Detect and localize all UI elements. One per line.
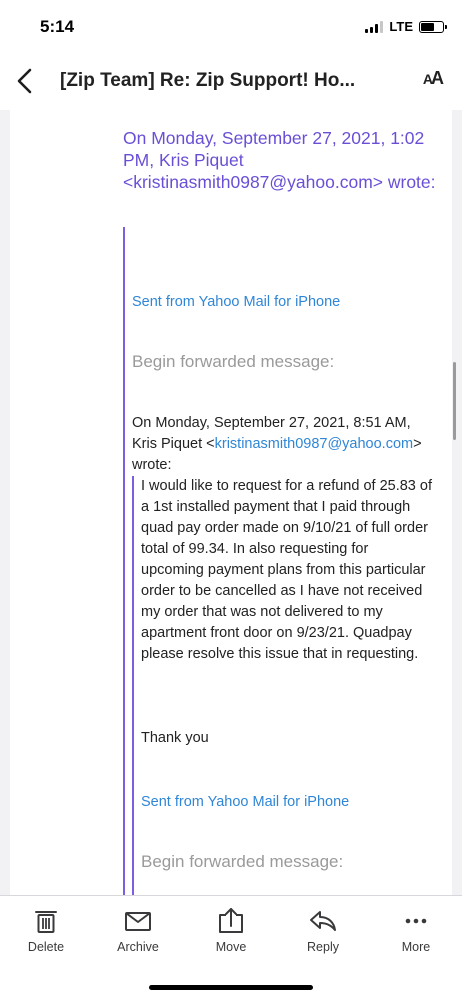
signal-icon: [365, 20, 384, 33]
status-indicators: LTE: [365, 19, 447, 34]
email-body[interactable]: On Monday, September 27, 2021, 1:02 PM, …: [10, 110, 452, 895]
more-dots-icon: [405, 918, 427, 924]
reply-icon: [310, 911, 336, 931]
chevron-left-icon: [17, 68, 32, 94]
message-body-text: I would like to request for a refund of …: [141, 478, 432, 662]
font-size-small-a: A: [422, 71, 433, 87]
sent-from-link-1[interactable]: Sent from Yahoo Mail for iPhone: [132, 294, 340, 310]
archive-label: Archive: [117, 940, 159, 954]
delete-label: Delete: [27, 940, 65, 954]
sent-from-link-2[interactable]: Sent from Yahoo Mail for iPhone: [141, 794, 349, 810]
more-label: More: [401, 940, 431, 954]
inner-header-email[interactable]: kristinasmith0987@yahoo.com: [215, 436, 413, 452]
status-bar: 5:14 LTE: [0, 0, 462, 52]
more-button[interactable]: More: [380, 906, 452, 954]
quote-header-suffix: > wrote:: [372, 172, 436, 192]
delete-button[interactable]: Delete: [10, 906, 82, 954]
forwarded-message-label-1: Begin forwarded message:: [132, 352, 335, 371]
message-signoff: Thank you: [141, 730, 209, 746]
status-time: 5:14: [40, 17, 75, 36]
font-size-button[interactable]: AA: [422, 68, 444, 89]
quote-header-email[interactable]: kristinasmith0987@yahoo.com: [133, 172, 373, 192]
trash-icon: [35, 911, 57, 933]
battery-icon: [419, 20, 447, 33]
font-size-big-a: A: [431, 68, 444, 88]
move-label: Move: [215, 940, 247, 954]
reply-label: Reply: [307, 940, 339, 954]
back-button[interactable]: [14, 66, 38, 96]
move-to-folder-icon: [219, 908, 243, 933]
move-button[interactable]: Move: [195, 906, 267, 954]
reply-button[interactable]: Reply: [287, 906, 359, 954]
home-indicator[interactable]: [149, 985, 313, 990]
inner-quote-header: On Monday, September 27, 2021, 8:51 AM, …: [132, 413, 432, 476]
battery-level: [421, 22, 434, 31]
email-subject-title: [Zip Team] Re: Zip Support! Ho...: [60, 70, 356, 91]
forwarded-message-label-2: Begin forwarded message:: [141, 852, 344, 871]
nav-bar: [Zip Team] Re: Zip Support! Ho... AA: [0, 52, 462, 110]
scrollbar[interactable]: [453, 362, 456, 440]
blockquote-bar-outer: [123, 227, 125, 895]
network-type: LTE: [389, 19, 413, 34]
blockquote-bar-inner: [132, 476, 134, 895]
archive-icon: [125, 912, 151, 931]
archive-button[interactable]: Archive: [102, 906, 174, 954]
quote-header: On Monday, September 27, 2021, 1:02 PM, …: [123, 127, 443, 193]
